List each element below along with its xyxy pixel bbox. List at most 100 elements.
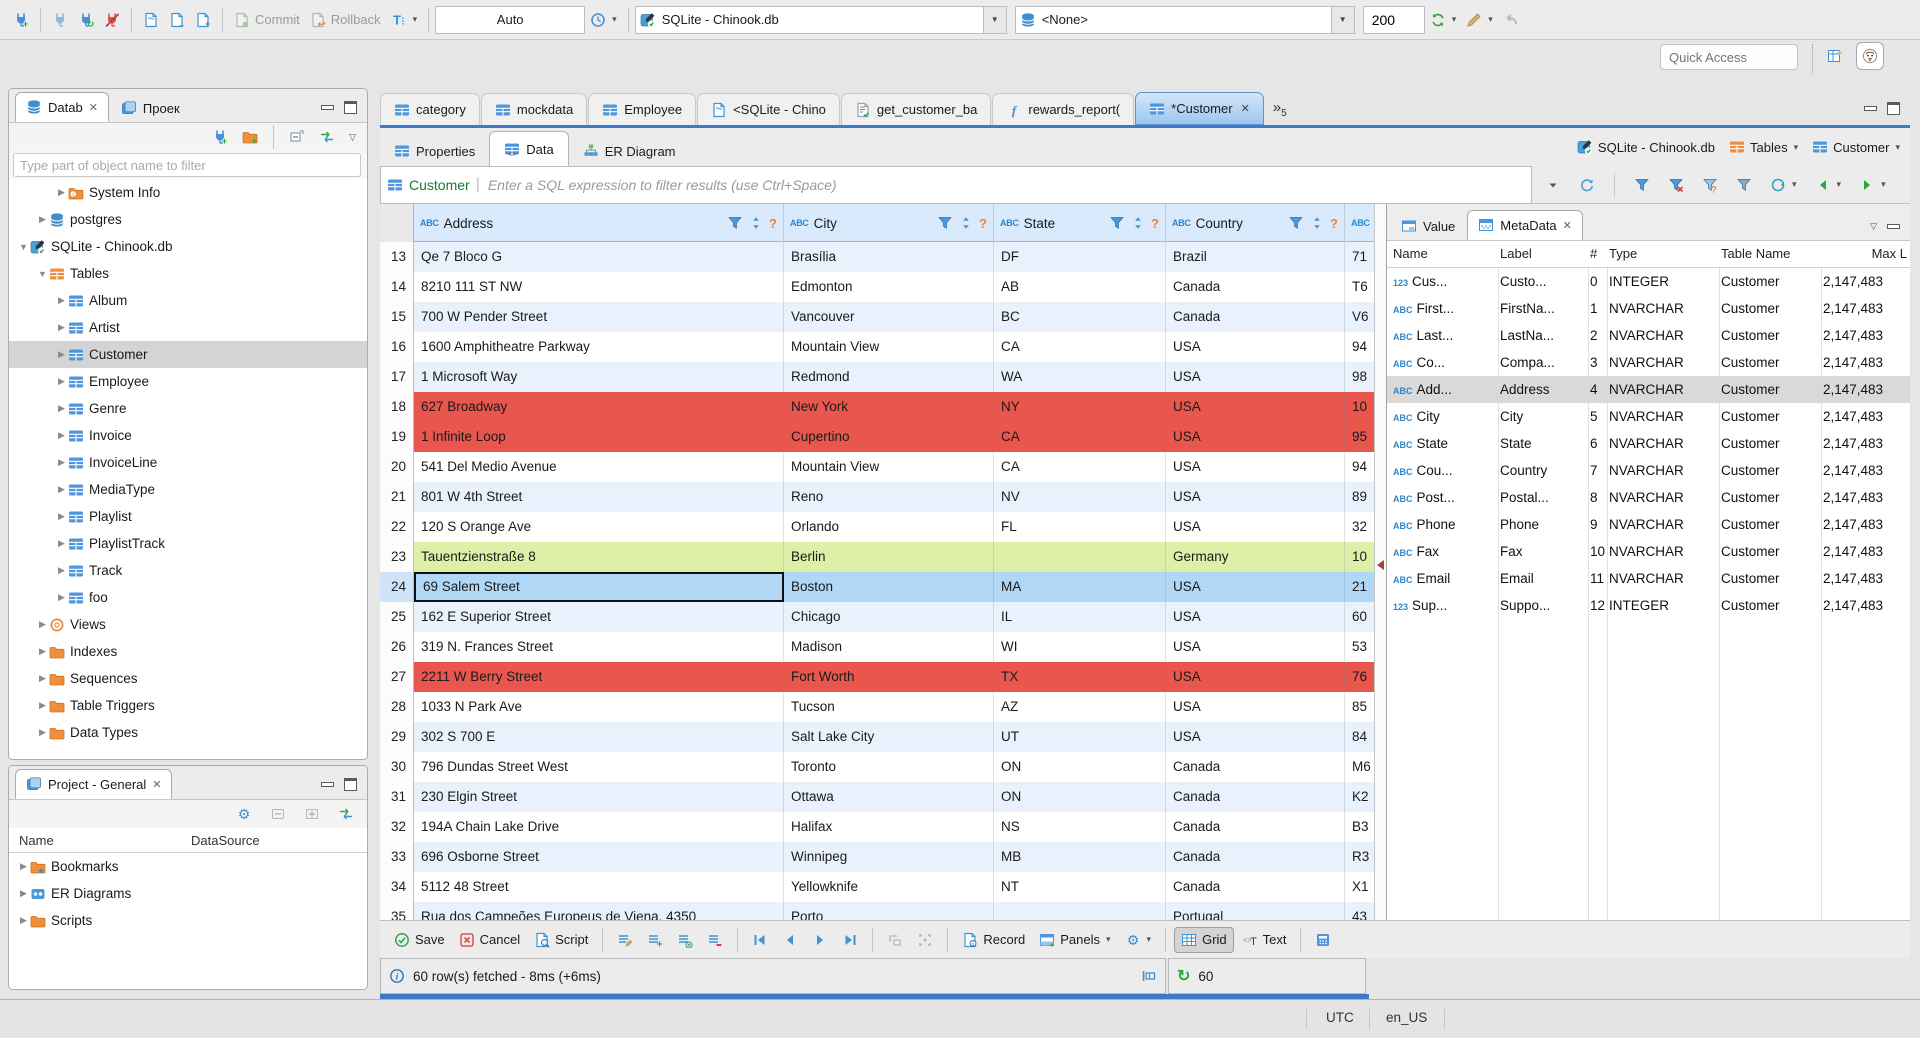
- save-button[interactable]: Save: [388, 928, 451, 952]
- fetch-size-field[interactable]: [1363, 11, 1424, 28]
- meta-cell-name[interactable]: ABC State: [1393, 430, 1497, 457]
- filter-apply-button[interactable]: [1629, 173, 1655, 197]
- meta-cell-label[interactable]: Address: [1500, 376, 1586, 403]
- cell-address[interactable]: 194A Chain Lake Drive: [414, 812, 784, 842]
- tree-item-artist[interactable]: ▶ Artist: [9, 314, 367, 341]
- cell-state[interactable]: AZ: [994, 692, 1166, 722]
- filter-custom-button[interactable]: [1731, 173, 1757, 197]
- metadata-row[interactable]: ABC Post... Postal... 8 NVARCHAR Customer 2,14…: [1387, 484, 1910, 511]
- undo-button[interactable]: [1498, 8, 1524, 32]
- result-settings-button[interactable]: ⚙ ▾: [1119, 928, 1158, 952]
- cell-country[interactable]: USA: [1166, 632, 1345, 662]
- cell-address[interactable]: Rua dos Campeões Europeus de Viena, 4350: [414, 902, 784, 920]
- cell-city[interactable]: Berlin: [784, 542, 994, 572]
- cell-country[interactable]: Canada: [1166, 272, 1345, 302]
- meta-cell-max[interactable]: 2,147,483: [1823, 349, 1907, 376]
- meta-cell-name[interactable]: ABC Co...: [1393, 349, 1497, 376]
- row-number[interactable]: 13: [380, 242, 414, 272]
- tab-value[interactable]: Value: [1391, 212, 1465, 240]
- close-icon[interactable]: ✕: [89, 101, 98, 114]
- editor-tab-get-customer-ba[interactable]: get_customer_ba: [840, 93, 992, 125]
- tree-item-data-types[interactable]: ▶ Data Types: [9, 719, 367, 746]
- expander-icon[interactable]: ▶: [55, 403, 68, 414]
- cell-city[interactable]: Redmond: [784, 362, 994, 392]
- tree-item-postgres[interactable]: ▶ postgres: [9, 206, 367, 233]
- tree-item-album[interactable]: ▶ Album: [9, 287, 367, 314]
- cell-state[interactable]: NY: [994, 392, 1166, 422]
- row-number[interactable]: 16: [380, 332, 414, 362]
- meta-cell-ordinal[interactable]: 5: [1590, 403, 1605, 430]
- cell-country[interactable]: Canada: [1166, 842, 1345, 872]
- record-toggle-button[interactable]: i Record: [956, 928, 1031, 952]
- sort-icon[interactable]: [958, 215, 974, 231]
- text-view-button[interactable]: <> T Text: [1236, 928, 1293, 952]
- meta-cell-max[interactable]: 2,147,483: [1823, 511, 1907, 538]
- table-row[interactable]: 28 1033 N Park Ave Tucson AZ USA 85: [380, 692, 1386, 722]
- connect-button[interactable]: [47, 8, 73, 32]
- meta-cell-max[interactable]: 2,147,483: [1823, 430, 1907, 457]
- filter-apply-icon[interactable]: [937, 215, 953, 231]
- tree-item-track[interactable]: ▶ Track: [9, 557, 367, 584]
- expander-icon[interactable]: ▶: [36, 673, 49, 684]
- dbeaver-perspective-button[interactable]: [1856, 42, 1884, 70]
- cell-country[interactable]: USA: [1166, 332, 1345, 362]
- cell-address[interactable]: 319 N. Frances Street: [414, 632, 784, 662]
- cell-city[interactable]: Tucson: [784, 692, 994, 722]
- sync-connection-button[interactable]: ▾: [1425, 8, 1462, 32]
- tree-item-playlisttrack[interactable]: ▶ PlaylistTrack: [9, 530, 367, 557]
- cell-address[interactable]: 69 Salem Street: [414, 572, 784, 602]
- cell-city[interactable]: Porto: [784, 902, 994, 920]
- locale-label[interactable]: en_US: [1386, 1010, 1427, 1025]
- meta-cell-table[interactable]: Customer: [1721, 349, 1819, 376]
- reconnect-button[interactable]: ↻: [73, 8, 99, 32]
- cell-state[interactable]: BC: [994, 302, 1166, 332]
- commit-button[interactable]: Commit: [229, 8, 305, 32]
- tree-item-foo[interactable]: ▶ foo: [9, 584, 367, 611]
- tree-item-sequences[interactable]: ▶ Sequences: [9, 665, 367, 692]
- meta-cell-label[interactable]: LastNa...: [1500, 322, 1586, 349]
- timezone-label[interactable]: UTC: [1326, 1010, 1354, 1025]
- meta-cell-max[interactable]: 2,147,483: [1823, 322, 1907, 349]
- cell-state[interactable]: IL: [994, 602, 1166, 632]
- flip-row-button[interactable]: [881, 928, 909, 952]
- row-number[interactable]: 21: [380, 482, 414, 512]
- cell-address[interactable]: 801 W 4th Street: [414, 482, 784, 512]
- table-row[interactable]: 31 230 Elgin Street Ottawa ON Canada K2: [380, 782, 1386, 812]
- project-column-name[interactable]: Name: [9, 833, 191, 848]
- metadata-row[interactable]: ABC State State 6 NVARCHAR Customer 2,147,483: [1387, 430, 1910, 457]
- cell-country[interactable]: USA: [1166, 572, 1345, 602]
- meta-cell-table[interactable]: Customer: [1721, 457, 1819, 484]
- table-row[interactable]: 23 Tauentzienstraße 8 Berlin Germany 10: [380, 542, 1386, 572]
- cell-address[interactable]: 1 Infinite Loop: [414, 422, 784, 452]
- expander-icon[interactable]: ▶: [17, 915, 30, 926]
- first-row-button[interactable]: [746, 928, 774, 952]
- expander-icon[interactable]: ▶: [36, 646, 49, 657]
- meta-cell-name[interactable]: ABC First...: [1393, 295, 1497, 322]
- expander-icon[interactable]: ▶: [17, 888, 30, 899]
- meta-cell-type[interactable]: NVARCHAR: [1609, 538, 1717, 565]
- chevron-down-icon[interactable]: ▾: [413, 14, 418, 25]
- table-row[interactable]: 13 Qe 7 Bloco G Brasília DF Brazil 71: [380, 242, 1386, 272]
- link-editor-button[interactable]: [333, 802, 359, 826]
- column-header-country[interactable]: ABC Country?: [1166, 204, 1345, 242]
- cell-country[interactable]: USA: [1166, 392, 1345, 422]
- cell-city[interactable]: Cupertino: [784, 422, 994, 452]
- expander-icon[interactable]: ▶: [36, 727, 49, 738]
- cell-state[interactable]: TX: [994, 662, 1166, 692]
- breadcrumb-item-tables[interactable]: Tables ▾: [1729, 139, 1798, 155]
- table-row[interactable]: 29 302 S 700 E Salt Lake City UT USA 84: [380, 722, 1386, 752]
- table-row[interactable]: 17 1 Microsoft Way Redmond WA USA 98: [380, 362, 1386, 392]
- cell-address[interactable]: 162 E Superior Street: [414, 602, 784, 632]
- chevron-down-button[interactable]: [1540, 173, 1566, 197]
- row-number[interactable]: 26: [380, 632, 414, 662]
- tree-item-sqlite-chinook-db[interactable]: ▼ SQLite - Chinook.db: [9, 233, 367, 260]
- expander-icon[interactable]: ▶: [36, 619, 49, 630]
- cell-city[interactable]: Mountain View: [784, 452, 994, 482]
- table-row[interactable]: 34 5112 48 Street Yellowknife NT Canada X1: [380, 872, 1386, 902]
- editor-tab-category[interactable]: category: [380, 93, 480, 125]
- meta-cell-ordinal[interactable]: 10: [1590, 538, 1605, 565]
- meta-cell-label[interactable]: Fax: [1500, 538, 1586, 565]
- meta-cell-ordinal[interactable]: 9: [1590, 511, 1605, 538]
- cell-city[interactable]: Mountain View: [784, 332, 994, 362]
- meta-cell-label[interactable]: Suppo...: [1500, 592, 1586, 619]
